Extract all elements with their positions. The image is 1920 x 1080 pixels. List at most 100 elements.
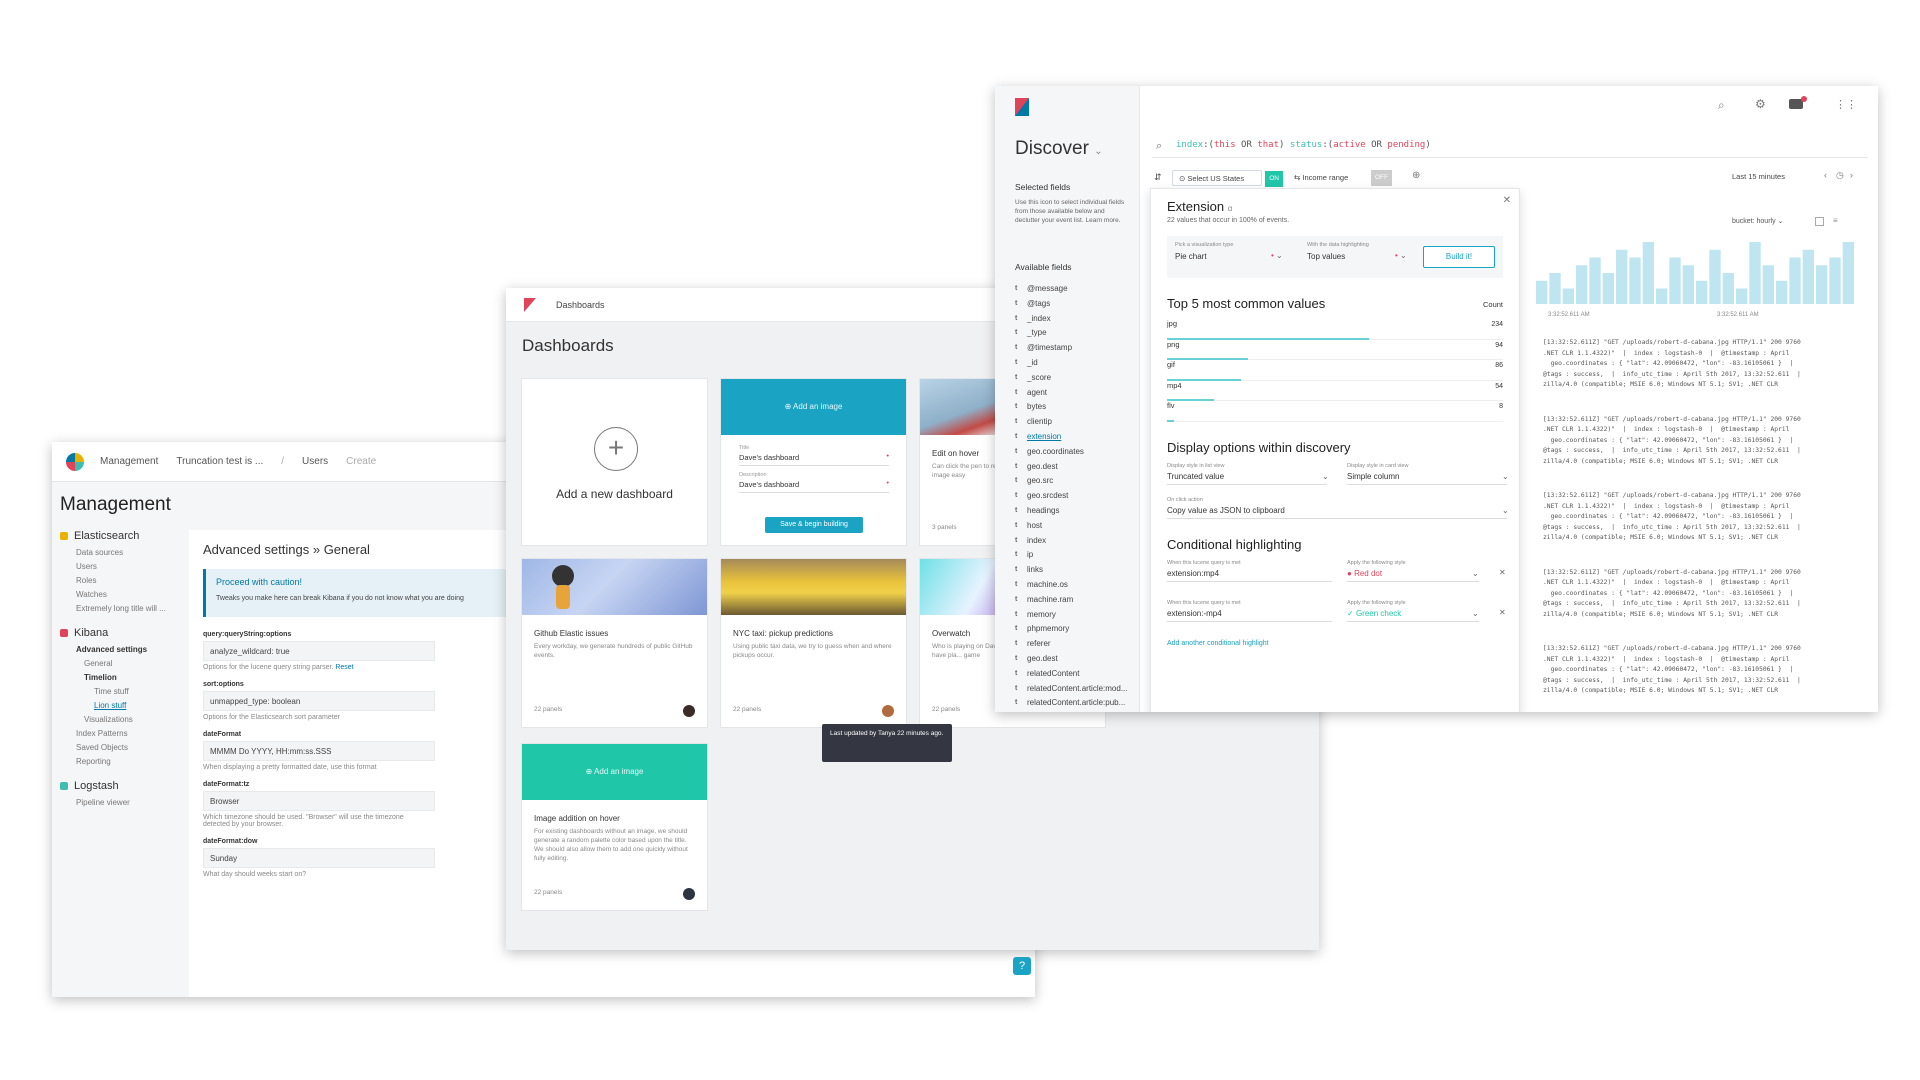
top-value-row[interactable]: mp4 54 bbox=[1167, 381, 1503, 401]
field-item[interactable]: clientip bbox=[1015, 415, 1128, 430]
dashboard-card-image-addition[interactable]: ⊕ Add an image Image addition on hover F… bbox=[521, 743, 708, 911]
interval-select[interactable]: bucket: hourly ⌄ bbox=[1732, 217, 1783, 225]
nav-group-kibana[interactable]: Kibana bbox=[60, 627, 210, 639]
top-value-row[interactable]: png 94 bbox=[1167, 340, 1503, 360]
chevron-down-icon[interactable]: ⌄ bbox=[1472, 609, 1479, 618]
dashboard-card-github[interactable]: Github Elastic issues Every workday, we … bbox=[521, 558, 708, 728]
histogram-bar[interactable] bbox=[1736, 288, 1748, 305]
setting-input[interactable]: unmapped_type: boolean bbox=[203, 691, 435, 711]
field-item[interactable]: geo.dest bbox=[1015, 652, 1128, 667]
add-dashboard-card[interactable]: + Add a new dashboard bbox=[521, 378, 708, 546]
setting-input[interactable]: Browser bbox=[203, 791, 435, 811]
chevron-down-icon[interactable]: ⌄ bbox=[1322, 472, 1329, 481]
field-item[interactable]: links bbox=[1015, 563, 1128, 578]
chevron-down-icon[interactable]: ⌄ bbox=[1502, 472, 1509, 481]
field-item[interactable]: ip bbox=[1015, 548, 1128, 563]
field-item[interactable]: memory bbox=[1015, 608, 1128, 623]
kibana-logo-icon[interactable] bbox=[66, 452, 84, 471]
query-text[interactable]: index:(this OR that) status:(active OR p… bbox=[1176, 140, 1431, 150]
field-item[interactable]: _id bbox=[1015, 356, 1128, 371]
help-button[interactable]: ? bbox=[1013, 957, 1031, 975]
click-action-select[interactable]: Copy value as JSON to clipboard bbox=[1167, 506, 1507, 519]
histogram-bar[interactable] bbox=[1709, 249, 1721, 304]
field-item[interactable]: _index bbox=[1015, 312, 1128, 327]
field-item[interactable]: machine.os bbox=[1015, 578, 1128, 593]
histogram-bar[interactable] bbox=[1802, 249, 1814, 304]
breadcrumb-management[interactable]: Management bbox=[100, 456, 158, 467]
histogram-bar[interactable] bbox=[1749, 242, 1761, 304]
breadcrumb-dashboards[interactable]: Dashboards bbox=[556, 300, 605, 310]
field-item[interactable]: bytes bbox=[1015, 400, 1128, 415]
histogram-bar[interactable] bbox=[1629, 257, 1641, 305]
histogram-bar[interactable] bbox=[1616, 249, 1628, 304]
field-item[interactable]: referer bbox=[1015, 637, 1128, 652]
apps-grid-icon[interactable]: ⋮⋮ bbox=[1835, 98, 1857, 111]
field-item[interactable]: geo.coordinates bbox=[1015, 445, 1128, 460]
histogram-bar[interactable] bbox=[1589, 257, 1601, 305]
top-value-row[interactable]: flv 8 bbox=[1167, 401, 1503, 422]
histogram-bar[interactable] bbox=[1669, 257, 1681, 305]
time-next-icon[interactable]: › bbox=[1850, 170, 1853, 180]
add-filter-icon[interactable]: ⊕ bbox=[1412, 170, 1420, 181]
field-item[interactable]: relatedContent bbox=[1015, 667, 1128, 682]
close-icon[interactable]: ✕ bbox=[1503, 195, 1511, 206]
histogram-bar[interactable] bbox=[1642, 242, 1654, 304]
setting-input[interactable]: Sunday bbox=[203, 848, 435, 868]
field-item[interactable]: @tags bbox=[1015, 297, 1128, 312]
histogram-bar[interactable] bbox=[1562, 288, 1574, 305]
plus-circle-icon[interactable]: + bbox=[594, 427, 638, 471]
add-image-area[interactable]: ⊕ Add an image bbox=[522, 744, 707, 800]
card-view-select[interactable]: Simple column bbox=[1347, 472, 1507, 485]
field-item[interactable]: geo.srcdest bbox=[1015, 489, 1128, 504]
time-range[interactable]: Last 15 minutes bbox=[1732, 172, 1785, 181]
field-item[interactable]: headings bbox=[1015, 504, 1128, 519]
title-input[interactable]: Dave's dashboard bbox=[739, 451, 889, 466]
field-item[interactable]: relatedContent.article:mod... bbox=[1015, 682, 1128, 697]
field-item[interactable]: relatedContent.article:pub... bbox=[1015, 696, 1128, 711]
search-icon[interactable]: ⌕ bbox=[1718, 98, 1725, 113]
field-item[interactable]: extension bbox=[1015, 430, 1128, 445]
remove-rule-icon[interactable]: ✕ bbox=[1499, 568, 1506, 577]
histogram-bar[interactable] bbox=[1842, 242, 1854, 304]
rule-query-input[interactable]: extension:mp4 bbox=[1167, 569, 1332, 582]
histogram-bar[interactable] bbox=[1789, 257, 1801, 305]
setting-input[interactable]: MMMM Do YYYY, HH:mm:ss.SSS bbox=[203, 741, 435, 761]
breadcrumb-users[interactable]: Users bbox=[302, 456, 328, 467]
field-item[interactable]: _score bbox=[1015, 371, 1128, 386]
kibana-k-logo-icon[interactable] bbox=[524, 297, 536, 312]
query-bar[interactable]: ⌕ index:(this OR that) status:(active OR… bbox=[1152, 136, 1868, 158]
dashboard-card-nyc-taxi[interactable]: NYC taxi: pickup predictions Using publi… bbox=[720, 558, 907, 728]
clock-icon[interactable]: ◷ bbox=[1836, 170, 1844, 181]
list-view-select[interactable]: Truncated value bbox=[1167, 472, 1327, 485]
filter-pill-income-range[interactable]: ⇆ Income range OFF bbox=[1288, 170, 1392, 186]
reset-link[interactable]: Reset bbox=[335, 664, 353, 671]
field-item[interactable]: geo.dest bbox=[1015, 460, 1128, 475]
field-item[interactable]: machine.ram bbox=[1015, 593, 1128, 608]
log-document[interactable]: [13:32:52.611Z] "GET /uploads/robert-d-c… bbox=[1543, 644, 1873, 697]
remove-rule-icon[interactable]: ✕ bbox=[1499, 608, 1506, 617]
filter-toggle-on[interactable]: ON bbox=[1265, 171, 1283, 187]
rule-query-input[interactable]: extension:-mp4 bbox=[1167, 609, 1332, 622]
field-item[interactable]: host bbox=[1015, 519, 1128, 534]
field-item[interactable]: geo.src bbox=[1015, 474, 1128, 489]
description-input[interactable]: Dave's dashboard bbox=[739, 478, 889, 493]
viz-type-select[interactable]: Pie chart bbox=[1175, 252, 1207, 261]
rule-style-select[interactable]: ● Red dot bbox=[1347, 569, 1479, 582]
histogram-bar[interactable] bbox=[1576, 265, 1588, 304]
log-document[interactable]: [13:32:52.611Z] "GET /uploads/robert-d-c… bbox=[1543, 415, 1873, 468]
histogram-bar[interactable] bbox=[1776, 280, 1788, 304]
filter-toggle-off[interactable]: OFF bbox=[1371, 170, 1392, 186]
field-item[interactable]: @timestamp bbox=[1015, 341, 1128, 356]
histogram-bar[interactable] bbox=[1816, 265, 1828, 304]
field-item[interactable]: _type bbox=[1015, 326, 1128, 341]
top-value-row[interactable]: gif 86 bbox=[1167, 360, 1503, 381]
histogram-bar[interactable] bbox=[1536, 280, 1548, 304]
histogram-bar[interactable] bbox=[1656, 288, 1668, 305]
log-document[interactable]: [13:32:52.611Z] "GET /uploads/robert-d-c… bbox=[1543, 491, 1873, 544]
histogram-menu-icon[interactable]: ≡ bbox=[1833, 216, 1838, 225]
histogram-bar[interactable] bbox=[1696, 280, 1708, 304]
setting-input[interactable]: analyze_wildcard: true bbox=[203, 641, 435, 661]
highlight-select[interactable]: Top values bbox=[1307, 252, 1345, 261]
histogram-bar[interactable] bbox=[1762, 265, 1774, 304]
histogram-bar[interactable] bbox=[1602, 273, 1614, 304]
